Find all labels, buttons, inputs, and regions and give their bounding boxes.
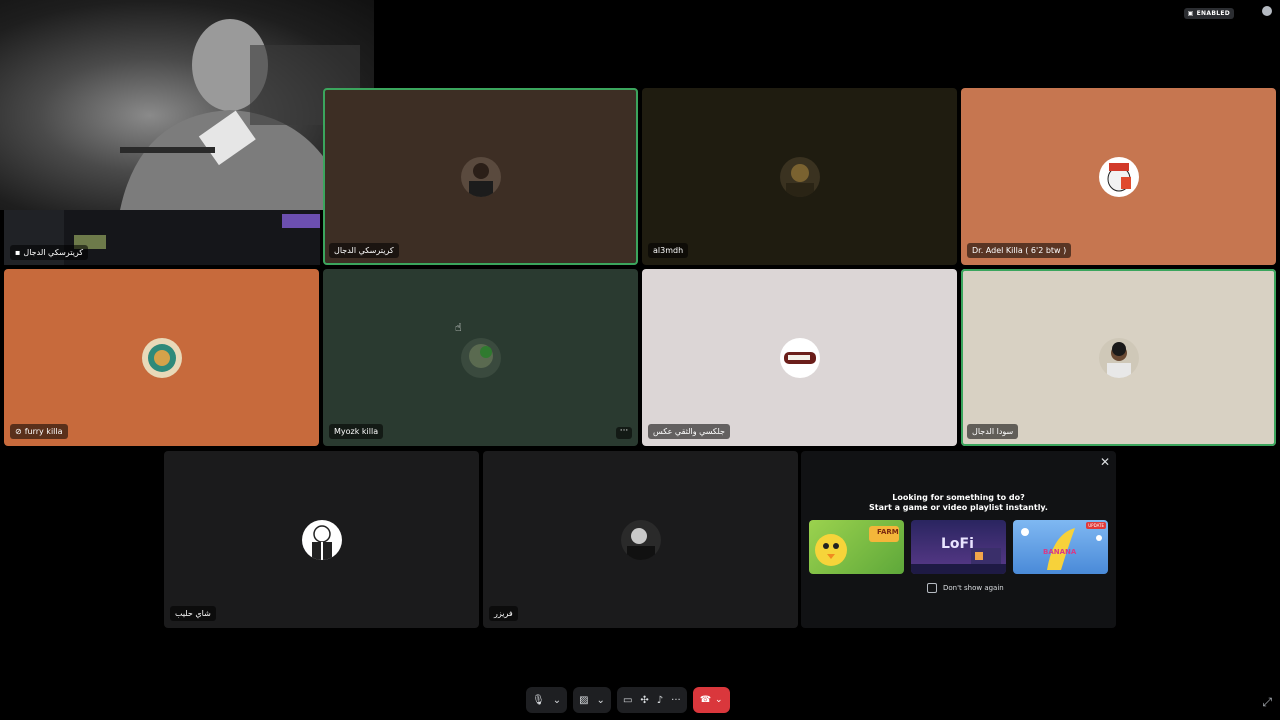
game-card-farm[interactable]: FARM [809,520,904,574]
avatar [620,519,661,560]
game-card-lofi[interactable]: LoFi [911,520,1006,574]
mic-control[interactable]: 🎙 ⌄ [526,687,568,713]
stream-owner-tag: ▪ كريترسكي الدجال [10,245,89,260]
shield-icon: ▣ [1187,10,1194,17]
participant-name: جلكسي والثقي عكس [648,424,730,439]
camera-off-icon[interactable]: ▨ [579,695,588,706]
thumb-panel [282,214,320,228]
participant-tile[interactable]: ⊘ furry killa [4,269,319,446]
participant-tile[interactable]: سودا الدجال [961,269,1276,446]
camera-control[interactable]: ▨ ⌄ [573,687,611,713]
close-icon[interactable]: ✕ [1100,455,1110,469]
screen-share-thumbnail[interactable]: ▪ كريترسكي الدجال [4,210,320,265]
hang-up-icon: ☎ [699,695,712,705]
stream-off-icon: ⊘ [15,427,22,436]
cursor-icon: ☝ [455,321,462,334]
participant-name: شاي حليب [170,606,216,621]
participant-name: ⊘ furry killa [10,424,68,439]
dont-show-again[interactable]: Don't show again [927,583,1004,593]
activities-icon[interactable]: ✣ [640,695,648,706]
dont-show-checkbox[interactable] [927,583,937,593]
chat-bubble-icon[interactable] [1262,6,1272,16]
enabled-badge: ▣ ENABLED [1183,8,1234,19]
more-icon[interactable]: ··· [671,695,681,706]
avatar [301,519,342,560]
participant-tile[interactable]: جلكسي والثقي عكس [642,269,957,446]
participant-name: كريترسكي الدجال [329,243,399,258]
participant-tile[interactable]: كريترسكي الدجال [323,88,638,265]
avatar [1098,156,1139,197]
chat-icon: ▪ [15,248,21,257]
chevron-down-icon[interactable]: ⌄ [597,695,605,706]
update-badge: UPDATE [1086,522,1106,529]
person-silhouette [120,19,360,210]
promo-title: Looking for something to do? Start a gam… [869,493,1048,512]
microphone-icon[interactable]: 🎙 [532,695,545,706]
participant-tile[interactable]: Dr. Adel Killa ( 6'2 btw ) [961,88,1276,265]
avatar [1098,337,1139,378]
participant-name: فريزر [489,606,518,621]
participant-tile[interactable]: شاي حليب [164,451,479,628]
avatar [141,337,182,378]
avatar [460,337,501,378]
participant-name: سودا الدجال [967,424,1019,439]
participant-name: al3mdh [648,243,689,258]
avatar [779,156,820,197]
participant-tile[interactable]: ☝ Myozk killa ··· [323,269,638,446]
more-options-button[interactable]: ··· [616,427,632,439]
soundboard-icon[interactable]: ♪ [657,695,663,706]
call-controls: 🎙 ⌄ ▨ ⌄ ▭ ✣ ♪ ··· ☎ ⌄ [526,686,730,714]
screen-share-icon[interactable]: ▭ [623,695,632,706]
chevron-down-icon[interactable]: ⌄ [553,695,561,706]
game-card-banana-boom[interactable]: BANANA UPDATE [1013,520,1108,574]
fullscreen-icon[interactable]: ⤢ [1262,695,1272,710]
webcam-video [0,0,374,210]
participant-name: Myozk killa [329,424,384,439]
chevron-down-icon[interactable]: ⌄ [715,695,723,705]
participant-name: Dr. Adel Killa ( 6'2 btw ) [967,243,1072,258]
participant-tile[interactable]: al3mdh [642,88,957,265]
disconnect-button[interactable]: ☎ ⌄ [692,687,730,713]
avatar [460,156,501,197]
actions-group: ▭ ✣ ♪ ··· [616,687,687,713]
participant-tile[interactable]: فريزر [483,451,798,628]
avatar [779,337,820,378]
activity-promo-panel: ✕ Looking for something to do? Start a g… [801,451,1116,628]
